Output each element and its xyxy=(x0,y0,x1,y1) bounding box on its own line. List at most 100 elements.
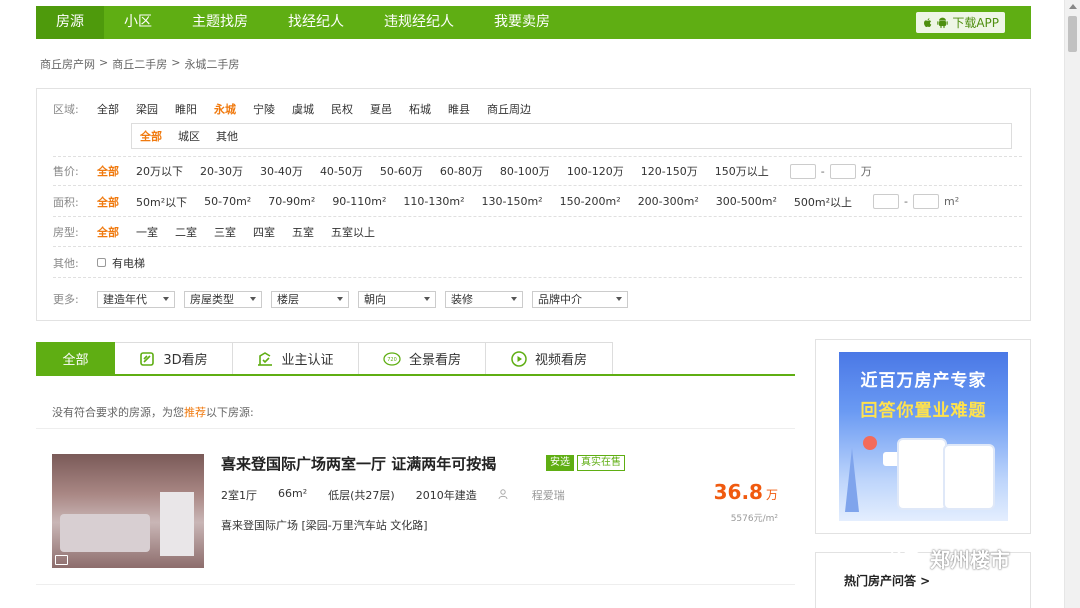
download-app-label: 下载APP xyxy=(952,16,999,30)
area-max-input[interactable] xyxy=(912,194,939,209)
divider xyxy=(36,428,795,429)
select-floor[interactable]: 楼层 xyxy=(271,290,349,308)
price-option[interactable]: 50-60万 xyxy=(380,163,423,179)
select-label: 品牌中介 xyxy=(538,293,582,306)
tab-video[interactable]: 视频看房 xyxy=(486,342,613,374)
area-option[interactable]: 300-500m² xyxy=(716,195,777,208)
price-option-selected[interactable]: 全部 xyxy=(97,163,119,179)
price-option[interactable]: 30-40万 xyxy=(260,163,303,179)
filter-label-region: 区域: xyxy=(53,103,79,116)
layout-option[interactable]: 四室 xyxy=(253,224,275,240)
price-option[interactable]: 20万以下 xyxy=(136,163,183,179)
scroll-up-icon[interactable] xyxy=(1069,4,1077,9)
area-unit: m² xyxy=(943,195,960,208)
breadcrumb-current: 永城二手房 xyxy=(184,58,240,71)
tab-label: 全部 xyxy=(62,352,89,368)
region-option[interactable]: 民权 xyxy=(331,101,353,117)
select-decoration[interactable]: 装修 xyxy=(445,290,523,308)
nav-item-sell-house[interactable]: 我要卖房 xyxy=(474,6,570,39)
expert-qa-banner[interactable]: 近百万房产专家 回答你置业难题 xyxy=(839,352,1008,521)
listing-area: 66m² xyxy=(278,487,308,500)
price-min-input[interactable] xyxy=(789,163,816,179)
area-option-selected[interactable]: 全部 xyxy=(97,194,119,210)
select-agency-brand[interactable]: 品牌中介 xyxy=(532,290,628,308)
tab-panorama[interactable]: 720 全景看房 xyxy=(359,342,486,374)
layout-option[interactable]: 三室 xyxy=(214,224,236,240)
area-option[interactable]: 110-130m² xyxy=(403,195,464,208)
price-option[interactable]: 120-150万 xyxy=(641,163,698,179)
price-option[interactable]: 60-80万 xyxy=(440,163,483,179)
sub-region-option[interactable]: 其他 xyxy=(216,128,238,144)
select-orientation[interactable]: 朝向 xyxy=(358,290,436,308)
nav-item-listings[interactable]: 房源 xyxy=(36,6,104,39)
scrollbar-thumb[interactable] xyxy=(1068,16,1077,52)
listing-title[interactable]: 喜来登国际广场两室一厅 证满两年可按揭 xyxy=(221,453,496,474)
select-build-year[interactable]: 建造年代 xyxy=(97,290,175,308)
sub-region-option[interactable]: 城区 xyxy=(178,128,200,144)
download-app-button[interactable]: 下载APP xyxy=(916,12,1005,33)
breadcrumb: 商丘房产网 > 商丘二手房 > 永城二手房 xyxy=(40,56,239,72)
tower-illustration xyxy=(845,448,859,512)
divider xyxy=(36,584,795,585)
area-option[interactable]: 200-300m² xyxy=(638,195,699,208)
sub-region-option-selected[interactable]: 全部 xyxy=(140,128,162,144)
area-option[interactable]: 130-150m² xyxy=(482,195,543,208)
layout-option[interactable]: 一室 xyxy=(136,224,158,240)
page-scrollbar[interactable] xyxy=(1064,0,1080,608)
tab-owner-verified[interactable]: 业主认证 xyxy=(233,342,359,374)
filter-row-layout: 房型: 全部 一室 二室 三室 四室 五室 五室以上 xyxy=(53,218,1022,247)
no-result-prefix: 没有符合要求的房源，为您 xyxy=(52,406,184,419)
breadcrumb-link-city[interactable]: 商丘房产网 xyxy=(40,56,95,72)
elevator-checkbox[interactable]: 有电梯 xyxy=(97,255,145,271)
listing-built-year: 2010年建造 xyxy=(415,489,477,502)
listing-photo[interactable] xyxy=(52,454,204,568)
nav-item-community[interactable]: 小区 xyxy=(104,6,172,39)
price-option[interactable]: 100-120万 xyxy=(567,163,624,179)
layout-option[interactable]: 五室以上 xyxy=(331,224,375,240)
tab-3d-view[interactable]: 3D看房 xyxy=(115,342,233,374)
filter-row-price: 售价: 全部 20万以下 20-30万 30-40万 40-50万 50-60万… xyxy=(53,157,1022,186)
price-option[interactable]: 20-30万 xyxy=(200,163,243,179)
select-house-type[interactable]: 房屋类型 xyxy=(184,290,262,308)
tab-all[interactable]: 全部 xyxy=(36,342,115,374)
truly-on-sale-badge: 真实在售 xyxy=(577,455,625,471)
photo-sofa xyxy=(60,514,150,552)
play-icon xyxy=(511,350,527,367)
region-option[interactable]: 柘城 xyxy=(409,101,431,117)
price-option[interactable]: 150万以上 xyxy=(715,163,769,179)
breadcrumb-link-secondhand[interactable]: 商丘二手房 xyxy=(112,56,167,72)
region-option[interactable]: 夏邑 xyxy=(370,101,392,117)
area-option[interactable]: 70-90m² xyxy=(268,195,315,208)
listing-address[interactable]: 喜来登国际广场 [梁园-万里汽车站 文化路] xyxy=(221,517,428,533)
area-option[interactable]: 500m²以上 xyxy=(794,194,852,210)
nav-item-theme-search[interactable]: 主题找房 xyxy=(172,6,268,39)
region-option[interactable]: 商丘周边 xyxy=(487,101,531,117)
checkbox-box[interactable] xyxy=(97,258,106,267)
region-option[interactable]: 虞城 xyxy=(292,101,314,117)
hot-qa-heading[interactable]: 热门房产问答 > xyxy=(844,572,930,589)
area-option[interactable]: 150-200m² xyxy=(560,195,621,208)
region-option-selected[interactable]: 永城 xyxy=(214,101,236,117)
area-option[interactable]: 50m²以下 xyxy=(136,194,187,210)
region-option[interactable]: 睢县 xyxy=(448,101,470,117)
region-option[interactable]: 全部 xyxy=(97,101,119,117)
region-option[interactable]: 梁园 xyxy=(136,101,158,117)
layout-option-selected[interactable]: 全部 xyxy=(97,224,119,240)
price-max-input[interactable] xyxy=(829,163,856,179)
listing-agent[interactable]: 程爱瑞 xyxy=(498,487,586,503)
layout-option[interactable]: 二室 xyxy=(175,224,197,240)
wechat-icon xyxy=(890,543,924,574)
area-min-input[interactable] xyxy=(873,194,899,209)
layout-option[interactable]: 五室 xyxy=(292,224,314,240)
price-option[interactable]: 40-50万 xyxy=(320,163,363,179)
svg-text:720: 720 xyxy=(387,357,397,363)
area-option[interactable]: 50-70m² xyxy=(204,195,251,208)
price-option[interactable]: 80-100万 xyxy=(500,163,550,179)
no-result-suffix: 以下房源: xyxy=(206,406,254,419)
area-option[interactable]: 90-110m² xyxy=(332,195,386,208)
region-option[interactable]: 睢阳 xyxy=(175,101,197,117)
nav-item-find-agent[interactable]: 找经纪人 xyxy=(268,6,364,39)
nav-item-violating-agents[interactable]: 违规经纪人 xyxy=(364,6,474,39)
price-unit: 万 xyxy=(765,488,778,502)
region-option[interactable]: 宁陵 xyxy=(253,101,275,117)
